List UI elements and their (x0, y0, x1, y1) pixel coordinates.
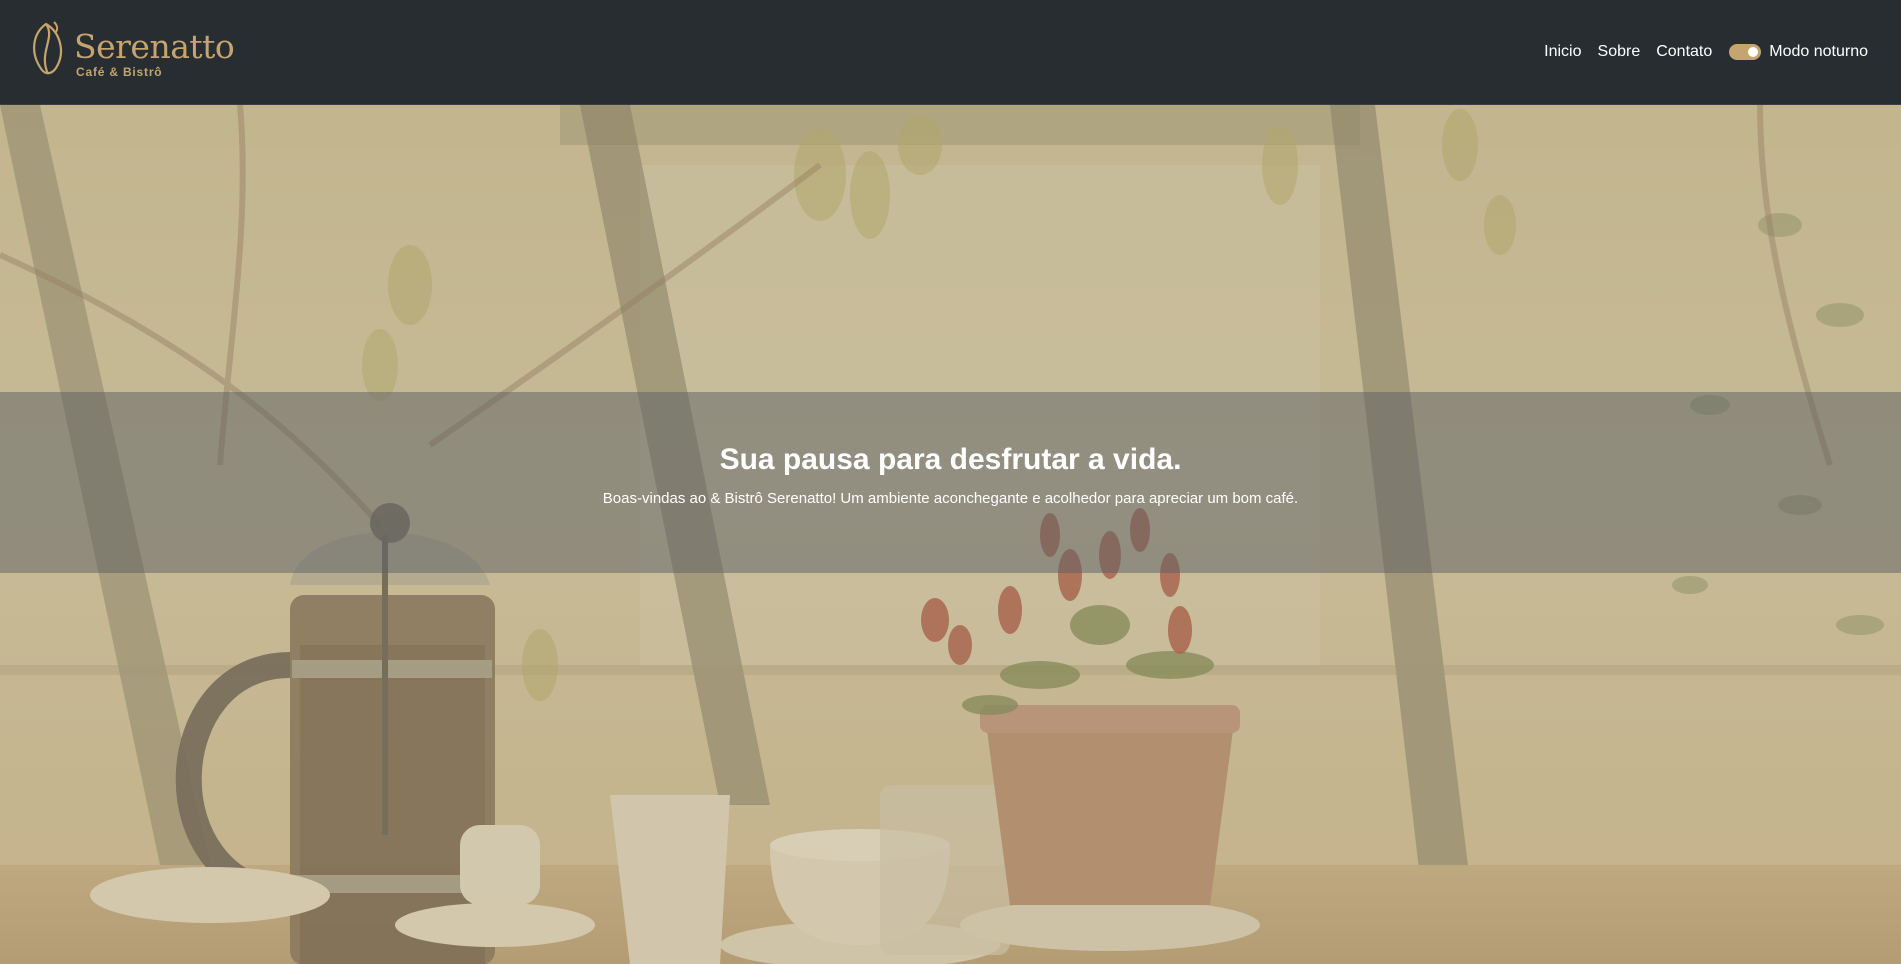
dark-mode-label: Modo noturno (1769, 43, 1868, 60)
hero-section: Sua pausa para desfrutar a vida. Boas-vi… (0, 105, 1901, 964)
hero-subtitle: Boas-vindas ao & Bistrô Serenatto! Um am… (602, 490, 1299, 507)
coffee-bean-leaf-icon (33, 21, 63, 75)
top-navbar: Serenatto Café & Bistrô Inicio Sobre Con… (0, 0, 1901, 105)
nav-link-sobre[interactable]: Sobre (1598, 41, 1641, 63)
dark-mode-toggle[interactable] (1729, 44, 1762, 60)
main-nav: Inicio Sobre Contato Modo noturno (1528, 41, 1868, 63)
brand-text: Serenatto Café & Bistrô (74, 20, 235, 80)
hero-title: Sua pausa para desfrutar a vida. (719, 443, 1182, 476)
toggle-knob (1748, 47, 1759, 57)
hero-text-band (0, 392, 1901, 573)
brand-logo[interactable]: Serenatto Café & Bistrô (26, 20, 235, 80)
nav-link-contato[interactable]: Contato (1656, 41, 1712, 63)
nav-link-inicio[interactable]: Inicio (1544, 41, 1581, 63)
brand-name: Serenatto (74, 27, 235, 66)
brand-tagline: Café & Bistrô (76, 65, 163, 79)
